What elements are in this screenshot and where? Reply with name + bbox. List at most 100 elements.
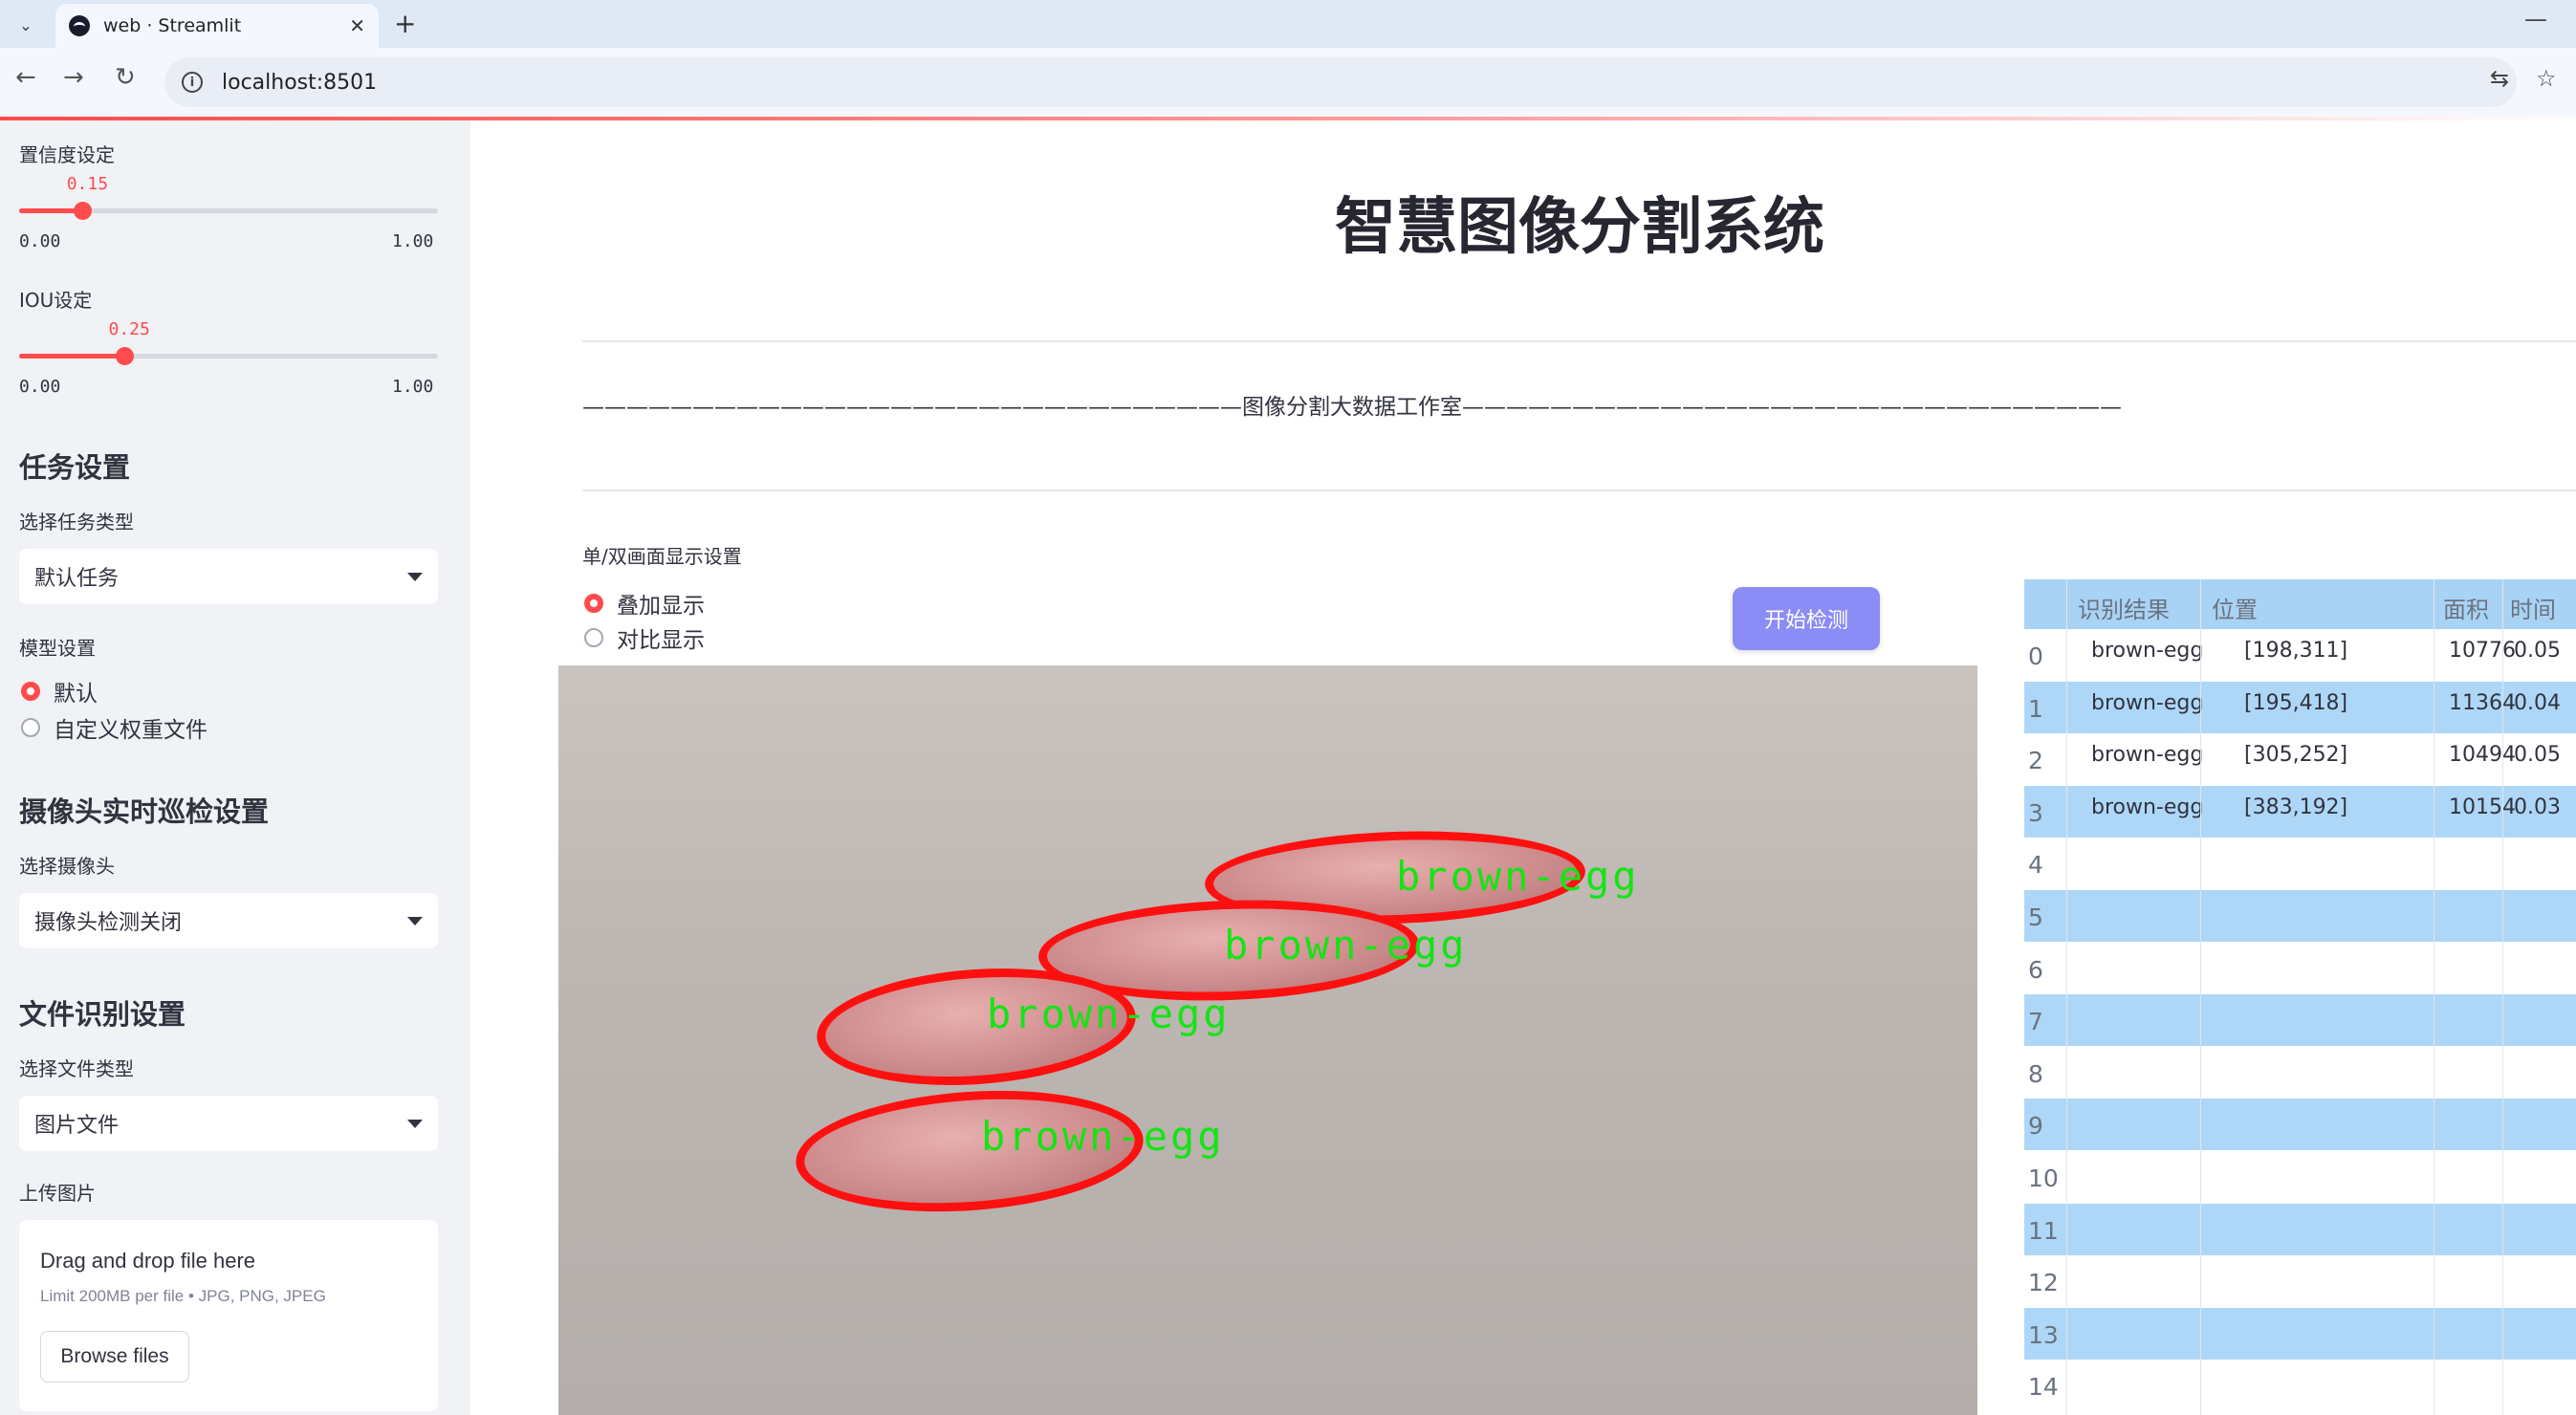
table-row[interactable]: 0 brown-egg [198,311] 10776 0.05 <box>2024 629 2576 681</box>
confidence-slider[interactable] <box>19 202 438 220</box>
model-option-label: 默认 <box>54 682 98 707</box>
confidence-slider-thumb[interactable] <box>73 202 92 220</box>
table-cell-time: 0.05 <box>2514 639 2561 663</box>
task-settings-heading: 任务设置 <box>19 451 131 484</box>
table-row[interactable]: 6 <box>2024 943 2576 994</box>
browser-tab[interactable]: web · Streamlit ✕ <box>55 4 379 48</box>
row-index: 5 <box>2028 903 2043 931</box>
bookmark-star-icon[interactable]: ☆ <box>2536 65 2557 92</box>
row-index: 6 <box>2028 955 2043 984</box>
table-row[interactable]: 12 <box>2024 1255 2576 1307</box>
detection-label: brown-egg <box>987 990 1231 1037</box>
table-row[interactable]: 5 <box>2024 890 2576 942</box>
table-row[interactable]: 13 <box>2024 1307 2576 1360</box>
iou-slider-fill <box>19 354 124 359</box>
table-cell-area: 11364 <box>2449 690 2516 715</box>
divider <box>582 490 2576 491</box>
display-option-overlay[interactable]: 叠加显示 <box>584 587 705 620</box>
start-detection-button[interactable]: 开始检测 <box>1733 587 1880 650</box>
column-header: 位置 <box>2212 597 2258 623</box>
streamlit-favicon-icon <box>69 15 90 36</box>
iou-value: 0.25 <box>108 319 150 339</box>
chevron-down-icon <box>407 572 423 581</box>
forward-arrow-icon[interactable]: → <box>63 63 84 92</box>
camera-select[interactable]: 摄像头检测关闭 <box>19 893 438 948</box>
camera-select-label: 选择摄像头 <box>19 855 115 878</box>
segmentation-result-image: brown-egg brown-egg brown-egg brown-egg <box>558 665 1977 1415</box>
back-arrow-icon[interactable]: ← <box>15 63 36 92</box>
iou-label: IOU设定 <box>19 289 93 312</box>
table-row[interactable]: 9 <box>2024 1099 2576 1151</box>
close-tab-icon[interactable]: ✕ <box>349 14 365 37</box>
divider <box>582 340 2576 342</box>
table-header: 识别结果 位置 面积 时间 <box>2024 579 2576 629</box>
minimize-window-icon[interactable]: — <box>2524 6 2547 33</box>
results-table[interactable]: 识别结果 位置 面积 时间 0 brown-egg [198,311] 10776 0.… <box>2024 579 2576 1415</box>
tab-title: web · Streamlit <box>103 15 242 36</box>
table-cell-position: [383,192] <box>2244 795 2348 819</box>
new-tab-icon[interactable]: + <box>394 8 416 39</box>
table-cell-position: [195,418] <box>2244 690 2348 715</box>
chevron-down-icon <box>407 1119 423 1128</box>
iou-slider[interactable] <box>19 347 438 365</box>
address-bar: ← → ↻ i localhost:8501 ⇆ ☆ <box>0 48 2576 117</box>
translate-icon[interactable]: ⇆ <box>2490 65 2509 92</box>
column-divider <box>2066 579 2067 1415</box>
row-index: 4 <box>2028 851 2043 880</box>
row-index: 0 <box>2028 642 2043 670</box>
table-cell-position: [305,252] <box>2244 743 2348 768</box>
display-option-compare[interactable]: 对比显示 <box>584 621 705 654</box>
table-cell-time: 0.04 <box>2514 690 2561 715</box>
table-row[interactable]: 4 <box>2024 838 2576 889</box>
reload-icon[interactable]: ↻ <box>115 63 136 92</box>
table-cell-area: 10494 <box>2449 743 2516 768</box>
url-text: localhost:8501 <box>222 70 378 95</box>
upload-limit-text: Limit 200MB per file • JPG, PNG, JPEG <box>40 1287 326 1305</box>
radio-selected-icon <box>21 682 40 701</box>
camera-settings-heading: 摄像头实时巡检设置 <box>19 795 270 828</box>
tab-list-chevron-icon[interactable]: ⌄ <box>10 10 42 40</box>
model-option-default[interactable]: 默认 <box>21 675 98 708</box>
display-option-label: 叠加显示 <box>617 594 705 619</box>
row-index: 9 <box>2028 1112 2043 1141</box>
file-type-select[interactable]: 图片文件 <box>19 1096 438 1151</box>
site-info-icon[interactable]: i <box>182 72 203 93</box>
confidence-value: 0.15 <box>66 174 109 194</box>
main-content: 智慧图像分割系统 ——————————————————————————————图… <box>470 120 2576 1415</box>
table-cell-area: 10154 <box>2449 795 2516 819</box>
file-uploader-dropzone[interactable]: Drag and drop file here Limit 200MB per … <box>19 1220 438 1411</box>
sidebar: 置信度设定 0.15 0.00 1.00 IOU设定 0.25 0.00 1.0… <box>0 120 470 1415</box>
table-row[interactable]: 11 <box>2024 1203 2576 1255</box>
model-option-custom[interactable]: 自定义权重文件 <box>21 711 207 744</box>
confidence-slider-fill <box>19 208 82 213</box>
table-row[interactable]: 3 brown-egg [383,192] 10154 0.03 <box>2024 785 2576 838</box>
display-mode-label: 单/双画面显示设置 <box>582 545 742 568</box>
table-row[interactable]: 7 <box>2024 994 2576 1047</box>
iou-slider-thumb[interactable] <box>115 347 134 365</box>
table-row[interactable]: 2 brown-egg [305,252] 10494 0.05 <box>2024 733 2576 785</box>
chevron-down-icon <box>407 916 423 925</box>
column-header: 时间 <box>2510 597 2556 623</box>
row-index: 12 <box>2028 1269 2059 1297</box>
confidence-max: 1.00 <box>392 231 434 251</box>
row-index: 2 <box>2028 747 2043 775</box>
table-cell-area: 10776 <box>2449 639 2516 663</box>
table-cell-result: brown-egg <box>2091 690 2204 715</box>
column-divider <box>2502 579 2503 1415</box>
table-row[interactable]: 14 <box>2024 1360 2576 1411</box>
table-cell-position: [198,311] <box>2244 639 2348 663</box>
table-row[interactable]: 1 brown-egg [195,418] 11364 0.04 <box>2024 681 2576 733</box>
table-cell-time: 0.03 <box>2514 795 2561 819</box>
table-cell-result: brown-egg <box>2091 795 2204 819</box>
table-cell-time: 0.05 <box>2514 743 2561 768</box>
column-header: 识别结果 <box>2078 597 2170 623</box>
url-field[interactable]: i localhost:8501 <box>164 57 2517 107</box>
task-type-select[interactable]: 默认任务 <box>19 549 438 604</box>
browse-files-button[interactable]: Browse files <box>40 1331 189 1382</box>
table-row[interactable]: 8 <box>2024 1047 2576 1099</box>
table-row[interactable]: 10 <box>2024 1151 2576 1203</box>
detection-label: brown-egg <box>1396 853 1640 900</box>
task-type-value: 默认任务 <box>34 567 120 591</box>
iou-min: 0.00 <box>19 377 61 397</box>
table-cell-result: brown-egg <box>2091 743 2204 768</box>
